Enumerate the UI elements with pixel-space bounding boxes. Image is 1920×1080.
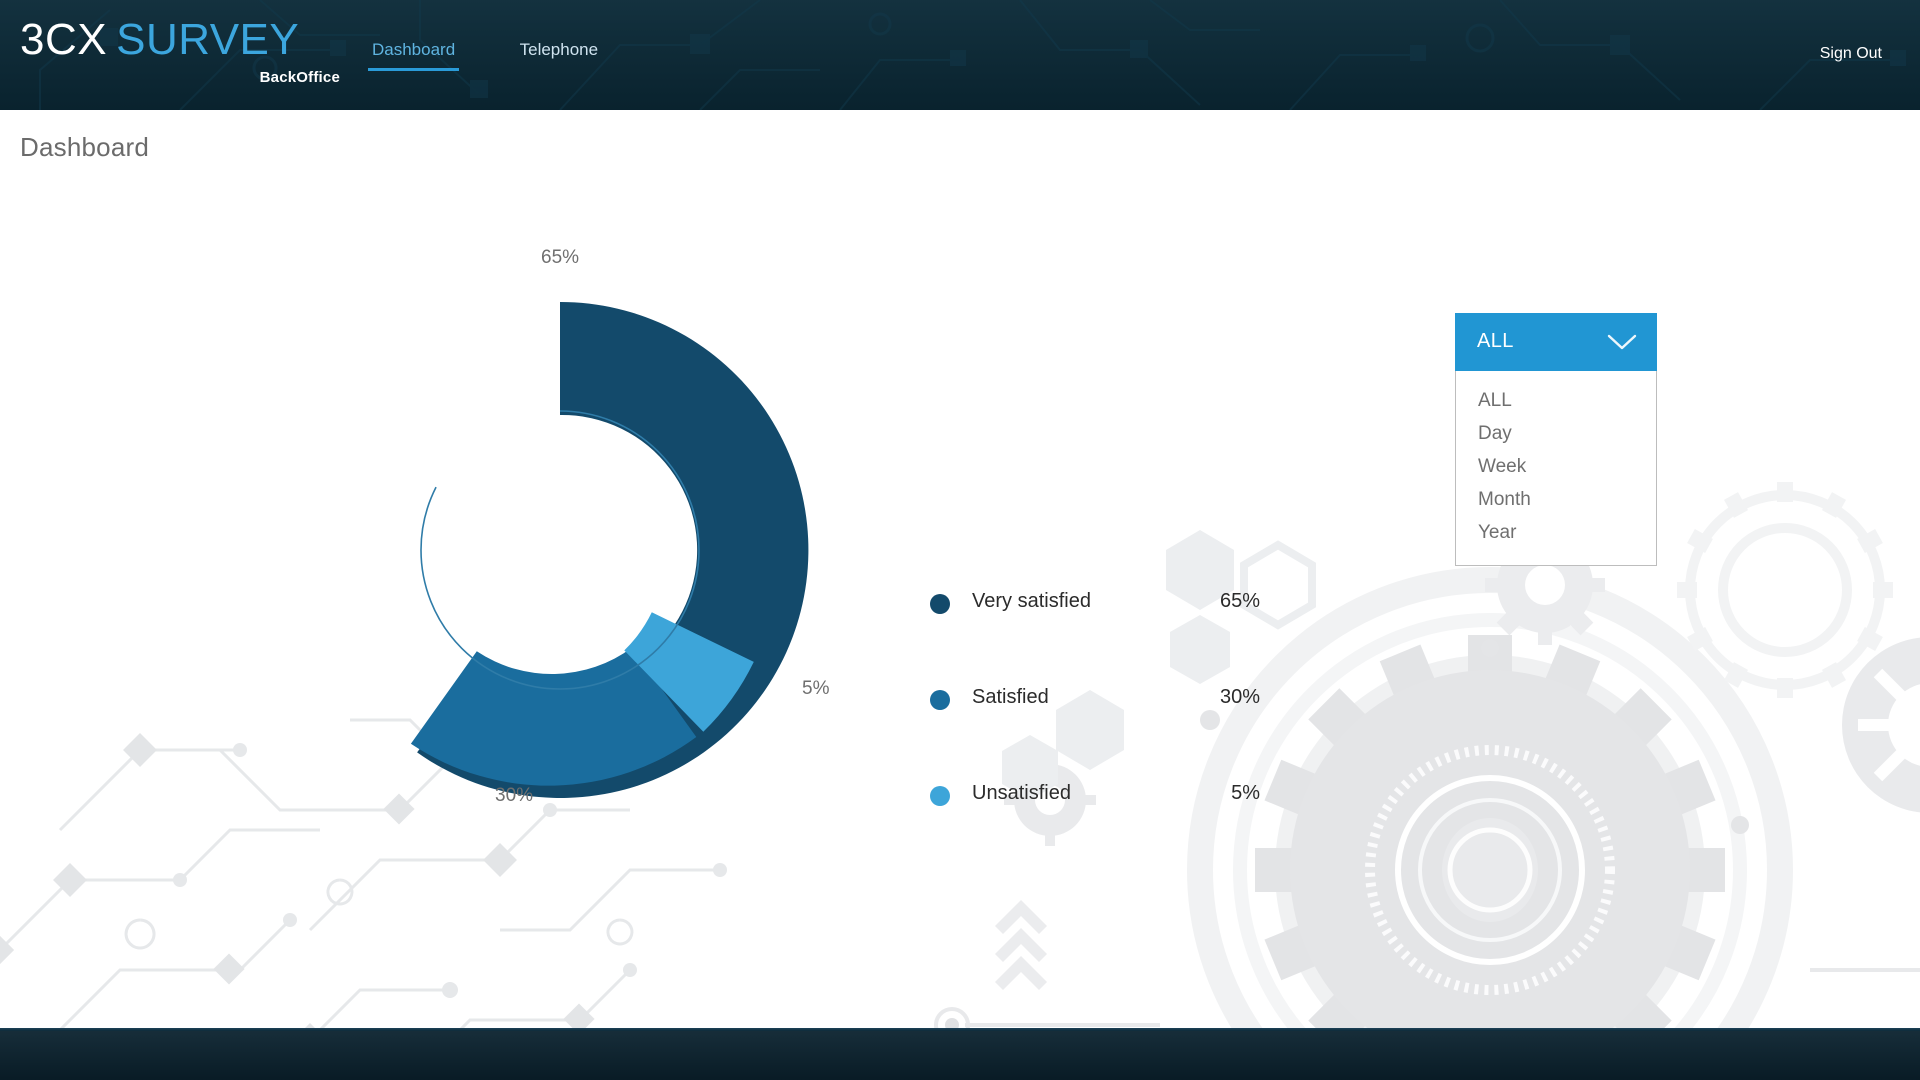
chevron-down-icon: [1607, 334, 1637, 350]
legend-value: 65%: [1219, 590, 1260, 612]
top-navigation-bar: 3CX SURVEY BackOffice Dashboard Telephone…: [0, 0, 1920, 110]
legend-label: Very satisfied: [972, 590, 1091, 612]
nav-item-dashboard-label: Dashboard: [372, 40, 456, 59]
period-filter-dropdown[interactable]: ALL ALL Day Week Month Year: [1455, 313, 1657, 566]
period-option-day[interactable]: Day: [1456, 417, 1656, 450]
legend-color-dot: [930, 594, 950, 614]
brand-subtitle: BackOffice: [259, 69, 340, 86]
legend-color-dot: [930, 786, 950, 806]
footer-top-edge: [0, 1028, 1920, 1031]
period-option-month[interactable]: Month: [1456, 483, 1656, 516]
app-root: 3CX SURVEY BackOffice Dashboard Telephone…: [0, 0, 1920, 1080]
donut-label-satisfied: 30%: [495, 785, 534, 806]
nav-active-indicator: [368, 68, 460, 71]
period-option-year[interactable]: Year: [1456, 516, 1656, 549]
period-option-all[interactable]: ALL: [1456, 384, 1656, 417]
page-title: Dashboard: [20, 132, 149, 162]
brand-secondary-text: SURVEY: [116, 15, 300, 64]
brand-logo[interactable]: 3CX SURVEY BackOffice: [20, 17, 340, 93]
period-option-week[interactable]: Week: [1456, 450, 1656, 483]
donut-label-unsatisfied: 5%: [802, 678, 830, 699]
nav-item-telephone-label: Telephone: [519, 40, 599, 59]
legend-label: Unsatisfied: [972, 782, 1071, 804]
period-filter-options: ALL Day Week Month Year: [1455, 371, 1657, 566]
main-nav: Dashboard Telephone: [368, 40, 654, 82]
satisfaction-donut-chart: 65% 30% 5%: [300, 247, 940, 930]
legend-value: 5%: [1231, 782, 1260, 804]
period-filter-selected-value: ALL: [1477, 330, 1514, 352]
footer-bar: [0, 1028, 1920, 1080]
brand-primary-text: 3CX: [20, 15, 108, 64]
legend-value: 30%: [1219, 686, 1260, 708]
chart-legend: Very satisfied 65% Satisfied 30% Unsatis…: [930, 590, 1310, 878]
donut-label-very-satisfied: 65%: [541, 247, 580, 268]
legend-label: Satisfied: [972, 686, 1049, 708]
nav-item-dashboard[interactable]: Dashboard: [368, 40, 460, 71]
page-content: Dashboard 65% 30% 5% Very satisfied 65% …: [0, 110, 1920, 1028]
legend-item-very-satisfied[interactable]: Very satisfied 65%: [930, 590, 1310, 686]
brand-title: 3CX SURVEY: [20, 17, 340, 63]
legend-item-satisfied[interactable]: Satisfied 30%: [930, 686, 1310, 782]
sign-out-button[interactable]: Sign Out: [1820, 45, 1882, 63]
legend-color-dot: [930, 690, 950, 710]
donut-svg: [410, 301, 809, 798]
nav-item-telephone[interactable]: Telephone: [516, 40, 602, 71]
legend-item-unsatisfied[interactable]: Unsatisfied 5%: [930, 782, 1310, 878]
period-filter-toggle[interactable]: ALL: [1455, 313, 1657, 371]
